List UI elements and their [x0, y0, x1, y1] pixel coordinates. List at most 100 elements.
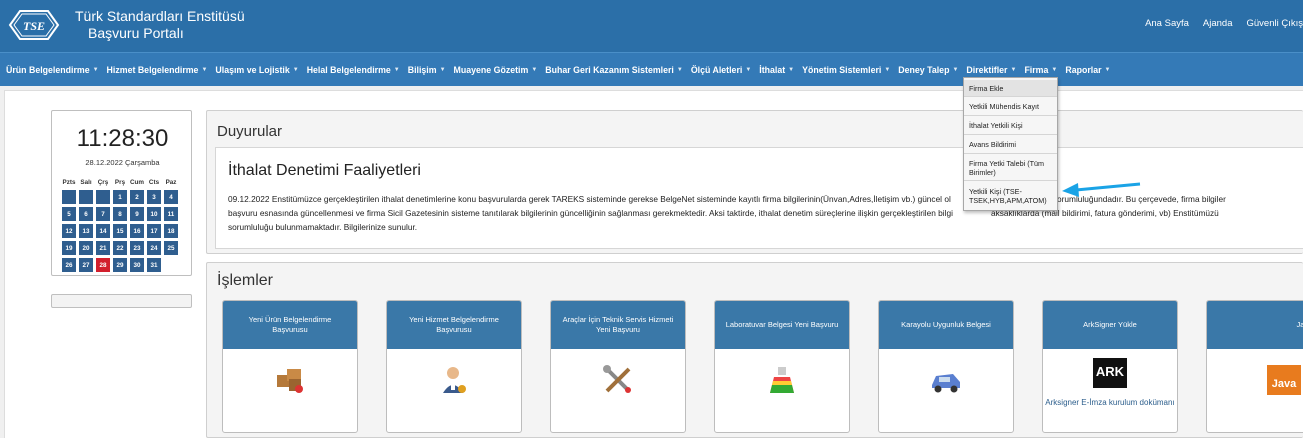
arksigner-doc-link[interactable]: Arksigner E-İmza kurulum dokümanı: [1043, 397, 1177, 409]
nav-item-muayene-gozetim[interactable]: Muayene Gözetim ▼: [454, 65, 538, 75]
calendar-day[interactable]: 16: [130, 224, 144, 238]
top-links: Ana Sayfa Ajanda Güvenli Çıkış: [1145, 18, 1303, 29]
tile-teknik-servis[interactable]: Araçlar İçin Teknik Servis Hizmeti Yeni …: [550, 300, 686, 433]
lab-flask-icon: [770, 367, 794, 393]
calendar-day[interactable]: 25: [164, 241, 178, 255]
java-logo-icon: Java: [1267, 365, 1301, 395]
boxes-certificate-icon: [277, 369, 303, 393]
chevron-down-icon: ▼: [201, 67, 208, 73]
tile-arksigner-yukle[interactable]: ArkSigner Yükle ARK Arksigner E-İmza kur…: [1042, 300, 1178, 433]
clock-time: 11:28:30: [76, 125, 169, 152]
chevron-down-icon: ▼: [531, 67, 538, 73]
chevron-down-icon: ▼: [745, 67, 752, 73]
calendar-day[interactable]: 26: [62, 258, 76, 272]
calendar-day[interactable]: 30: [130, 258, 144, 272]
chevron-down-icon: ▼: [676, 67, 683, 73]
chevron-down-icon: ▼: [1051, 67, 1058, 73]
calendar-day[interactable]: 22: [113, 241, 127, 255]
nav-item-buhar-geri-kazanim[interactable]: Buhar Geri Kazanım Sistemleri ▼: [545, 65, 683, 75]
operations-title: İşlemler: [217, 272, 274, 289]
calendar-day[interactable]: 23: [130, 241, 144, 255]
announcement-heading: İthalat Denetimi Faaliyetleri: [228, 162, 421, 179]
nav-item-deney-talep[interactable]: Deney Talep ▼: [898, 65, 958, 75]
calendar-day[interactable]: 15: [113, 224, 127, 238]
calendar-grid: 1 2 3 4 5 6 7 8 9 10 11 12 13 14 15 16 17 18 19 20 21 22 23 24 2…: [62, 190, 178, 272]
svg-text:Java: Java: [1272, 378, 1297, 390]
calendar-day[interactable]: 9: [130, 207, 144, 221]
nav-item-hizmet-belgelendirme[interactable]: Hizmet Belgelendirme ▼: [107, 65, 208, 75]
calendar-day[interactable]: 20: [79, 241, 93, 255]
menu-item-yetkili-kisi[interactable]: Yetkili Kişi (TSE-TSEK,HYB,APM,ATOM): [964, 182, 1057, 210]
brand-subtitle: Başvuru Portalı: [88, 25, 184, 41]
menu-item-ithalat-yetkili[interactable]: İthalat Yetkili Kişi: [964, 117, 1057, 135]
nav-item-olcu-aletleri[interactable]: Ölçü Aletleri ▼: [691, 65, 751, 75]
calendar-day[interactable]: 8: [113, 207, 127, 221]
person-certificate-icon: [443, 367, 466, 393]
chevron-down-icon: ▼: [1010, 67, 1017, 73]
calendar-day[interactable]: 29: [113, 258, 127, 272]
tile-laboratuvar-belgesi[interactable]: Laboratuvar Belgesi Yeni Başvuru: [714, 300, 850, 433]
calendar-day[interactable]: 17: [147, 224, 161, 238]
calendar-day[interactable]: 6: [79, 207, 93, 221]
nav-item-ulasim-lojistik[interactable]: Ulaşım ve Lojistik ▼: [215, 65, 298, 75]
calendar-weekdays: Pzts Salı Çrş Prş Cum Cts Paz: [62, 179, 177, 186]
logout-link[interactable]: Güvenli Çıkış: [1247, 18, 1303, 29]
nav-item-bilisim[interactable]: Bilişim ▼: [408, 65, 446, 75]
calendar-day[interactable]: 31: [147, 258, 161, 272]
announcements-title: Duyurular: [217, 123, 283, 140]
svg-text:TSE: TSE: [23, 19, 45, 33]
calendar-day[interactable]: 10: [147, 207, 161, 221]
calendar-empty-cell: [62, 190, 76, 204]
nav-item-yonetim-sistemleri[interactable]: Yönetim Sistemleri ▼: [802, 65, 890, 75]
menu-item-avans-bildirimi[interactable]: Avans Bildirimi: [964, 136, 1057, 154]
chevron-down-icon: ▼: [952, 67, 959, 73]
calendar-day[interactable]: 11: [164, 207, 178, 221]
calendar-day[interactable]: 4: [164, 190, 178, 204]
calendar-day[interactable]: 18: [164, 224, 178, 238]
announcement-body: 09.12.2022 Enstitümüzce gerçekleştirilen…: [228, 194, 1226, 232]
main-nav: Ürün Belgelendirme ▼ Hizmet Belgelendirme…: [0, 52, 1303, 86]
clock-widget: 11:28:30 28.12.2022 Çarşamba Pzts Salı Ç…: [51, 110, 192, 276]
menu-item-firma-yetki-talebi[interactable]: Firma Yetki Talebi (Tüm Birimler): [964, 155, 1057, 181]
menu-item-firma-ekle[interactable]: Firma Ekle: [964, 80, 1057, 97]
calendar-day[interactable]: 7: [96, 207, 110, 221]
calendar-empty-cell: [79, 190, 93, 204]
tile-yeni-hizmet-belgelendirme[interactable]: Yeni Hizmet Belgelendirme Başvurusu: [386, 300, 522, 433]
nav-item-raporlar[interactable]: Raporlar ▼: [1065, 65, 1110, 75]
tile-java-yukle[interactable]: Java Yükle Java: [1206, 300, 1303, 433]
calendar-day[interactable]: 13: [79, 224, 93, 238]
tse-logo-icon[interactable]: TSE: [8, 8, 60, 42]
nav-item-firma[interactable]: Firma ▼: [1024, 65, 1057, 75]
calendar-day[interactable]: 28: [96, 258, 110, 272]
calendar-day[interactable]: 21: [96, 241, 110, 255]
agenda-link[interactable]: Ajanda: [1203, 18, 1233, 29]
tools-icon: [603, 365, 631, 393]
chevron-down-icon: ▼: [92, 67, 99, 73]
calendar-day[interactable]: 3: [147, 190, 161, 204]
nav-item-ithalat[interactable]: İthalat ▼: [759, 65, 794, 75]
calendar-day[interactable]: 1: [113, 190, 127, 204]
calendar-day[interactable]: 2: [130, 190, 144, 204]
chevron-down-icon: ▼: [393, 67, 400, 73]
calendar-day[interactable]: 5: [62, 207, 76, 221]
chevron-down-icon: ▼: [788, 67, 795, 73]
home-link[interactable]: Ana Sayfa: [1145, 18, 1189, 29]
calendar-day[interactable]: 24: [147, 241, 161, 255]
calendar-day[interactable]: 27: [79, 258, 93, 272]
nav-item-direktifler[interactable]: Direktifler ▼: [966, 65, 1016, 75]
arksigner-logo-icon: ARK: [1093, 358, 1127, 388]
clock-date: 28.12.2022 Çarşamba: [85, 158, 160, 167]
tile-yeni-urun-belgelendirme[interactable]: Yeni Ürün Belgelendirme Başvurusu: [222, 300, 358, 433]
announcement-item: İthalat Denetimi Faaliyetleri 09.12.2022…: [215, 147, 1303, 249]
chevron-down-icon: ▼: [292, 67, 299, 73]
calendar-day[interactable]: 12: [62, 224, 76, 238]
calendar-day[interactable]: 19: [62, 241, 76, 255]
firma-dropdown-menu: Firma Ekle Yetkili Mühendis Kayıt İthala…: [963, 77, 1058, 211]
menu-item-yetkili-muhendis[interactable]: Yetkili Mühendis Kayıt: [964, 98, 1057, 116]
calendar-day[interactable]: 14: [96, 224, 110, 238]
brand-title: Türk Standardları Enstitüsü: [75, 8, 245, 24]
app-root: TSE Türk Standardları Enstitüsü Başvuru …: [0, 0, 1303, 438]
tile-karayolu-uygunluk[interactable]: Karayolu Uygunluk Belgesi: [878, 300, 1014, 433]
nav-item-helal-belgelendirme[interactable]: Helal Belgelendirme ▼: [307, 65, 400, 75]
nav-item-urun-belgelendirme[interactable]: Ürün Belgelendirme ▼: [6, 65, 99, 75]
